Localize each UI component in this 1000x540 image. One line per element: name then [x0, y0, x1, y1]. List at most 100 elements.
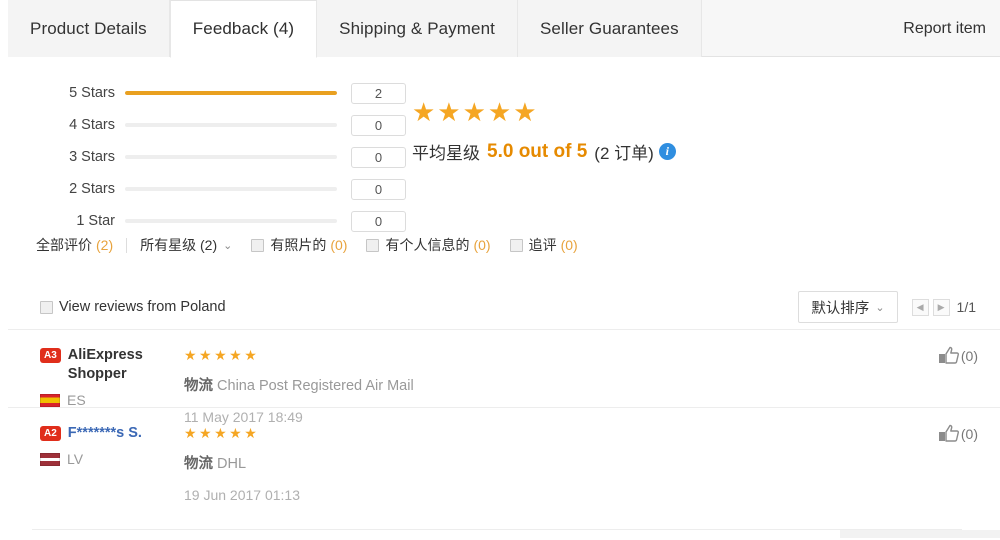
feedback-page: Product Details Feedback (4) Shipping & …	[0, 0, 1000, 540]
filter-additional-reviews[interactable]: 追评 (0)	[509, 235, 578, 255]
tab-bar: Product Details Feedback (4) Shipping & …	[8, 0, 1000, 58]
chevron-down-icon: ⌄	[223, 239, 233, 252]
filter-with-photos[interactable]: 有照片的 (0)	[251, 235, 347, 255]
helpful-count: (0)	[960, 425, 978, 442]
average-rating-label: 平均星级	[412, 144, 480, 163]
tab-feedback-label: Feedback (4)	[192, 19, 295, 38]
average-stars-icon: ★★★★★	[412, 97, 539, 127]
rating-bar-label-2: 2 Stars	[69, 181, 115, 197]
review-stars-icon: ★★★★★	[184, 347, 260, 363]
rating-bar-track-2	[125, 187, 337, 191]
report-item-link[interactable]: Report item	[903, 0, 986, 57]
filter-divider	[126, 237, 128, 253]
tab-seller-guarantees-label: Seller Guarantees	[539, 18, 679, 38]
table-row: A3 AliExpress Shopper ES ★★★★★ 物流 China …	[8, 329, 1000, 425]
rating-bar-label-4: 4 Stars	[69, 117, 115, 133]
tab-list: Product Details Feedback (4) Shipping & …	[8, 0, 702, 58]
rating-bar-label-1: 1 Star	[76, 213, 115, 229]
next-page-button[interactable]: ▶	[932, 298, 950, 316]
sort-dropdown[interactable]: 默认排序 ⌄	[798, 291, 898, 323]
reviewer-name[interactable]: F*******s S.	[68, 424, 142, 443]
flag-icon-lv	[40, 452, 60, 466]
checkbox-with-photos[interactable]	[251, 238, 265, 252]
filter-all-reviews[interactable]: 全部评价 (2)	[36, 235, 113, 255]
info-icon[interactable]: i	[658, 143, 676, 160]
filter-with-photos-count: (0)	[330, 237, 348, 253]
rating-bar-row-1[interactable]: 1 Star 0	[53, 205, 406, 237]
rating-bar-track-3	[125, 155, 337, 159]
table-row: A2 F*******s S. LV ★★★★★ 物流 DHL 19 Jun 2…	[8, 407, 1000, 503]
filter-all-stars-label: 所有星级 (2)	[140, 237, 218, 253]
checkbox-poland-reviews[interactable]	[40, 300, 53, 314]
helpful-button[interactable]: (0)	[938, 346, 978, 365]
helpful-button[interactable]: (0)	[938, 424, 978, 443]
reviewer-identity: A2 F*******s S.	[40, 424, 180, 443]
filter-row: 全部评价 (2) 所有星级 (2) ⌄ 有照片的 (0) 有个人信息的 (0)	[36, 235, 578, 255]
thumbs-up-icon	[938, 424, 959, 443]
review-logistics-value: China Post Registered Air Mail	[217, 378, 414, 394]
reviewer-identity: A3 AliExpress Shopper	[40, 346, 180, 384]
tab-shipping-payment-label: Shipping & Payment	[339, 18, 495, 38]
average-rating-block: ★★★★★ 平均星级 5.0 out of 5 (2 订单) i	[412, 97, 676, 164]
reviewer-country-code: ES	[67, 392, 86, 408]
page-indicator: 1/1	[956, 299, 976, 315]
average-rating-line: 平均星级 5.0 out of 5 (2 订单) i	[412, 139, 676, 164]
prev-page-button[interactable]: ◀	[911, 298, 929, 316]
rating-bar-row-4[interactable]: 4 Stars 0	[53, 109, 406, 141]
rating-bar-label-3: 3 Stars	[69, 149, 115, 165]
chevron-right-icon: ▶	[937, 301, 945, 312]
rating-summary: 5 Stars 2 4 Stars 0 3 Stars 0 2 Stars 0 …	[8, 57, 1000, 232]
filter-with-photos-label: 有照片的	[270, 237, 327, 253]
rating-bar-row-3[interactable]: 3 Stars 0	[53, 141, 406, 173]
rating-bar-track-4	[125, 123, 337, 127]
filter-additional-reviews-count: (0)	[560, 237, 578, 253]
average-rating-value: 5.0 out of 5	[487, 140, 588, 162]
tab-shipping-payment[interactable]: Shipping & Payment	[317, 0, 518, 57]
helpful-count: (0)	[960, 347, 978, 364]
rating-bar-row-2[interactable]: 2 Stars 0	[53, 173, 406, 205]
reviewer-country: LV	[40, 451, 180, 467]
flag-icon-es	[40, 393, 60, 407]
review-logistics-value: DHL	[217, 456, 247, 472]
sort-dropdown-label: 默认排序	[811, 300, 870, 317]
thumbs-up-icon	[938, 346, 959, 365]
rating-bar-count-1: 0	[351, 210, 406, 232]
checkbox-with-personal-info[interactable]	[366, 238, 380, 252]
filter-all-stars-dropdown[interactable]: 所有星级 (2) ⌄	[140, 235, 232, 255]
tab-product-details[interactable]: Product Details	[8, 0, 170, 57]
checkbox-additional-reviews[interactable]	[509, 238, 523, 252]
tab-product-details-label: Product Details	[30, 18, 147, 38]
review-body: ★★★★★ 物流 DHL 19 Jun 2017 01:13	[184, 424, 300, 503]
report-item-label: Report item	[903, 19, 986, 37]
tab-seller-guarantees[interactable]: Seller Guarantees	[517, 0, 702, 57]
rating-bar-fill-5	[125, 91, 337, 95]
review-date: 19 Jun 2017 01:13	[184, 487, 300, 503]
view-reviews-from-poland[interactable]: View reviews from Poland	[40, 299, 226, 315]
rating-bar-track-5	[125, 91, 337, 95]
filter-with-personal-info[interactable]: 有个人信息的 (0)	[366, 235, 491, 255]
review-list: A3 AliExpress Shopper ES ★★★★★ 物流 China …	[8, 329, 1000, 503]
feedback-content: 5 Stars 2 4 Stars 0 3 Stars 0 2 Stars 0 …	[8, 57, 1000, 540]
tab-feedback[interactable]: Feedback (4)	[169, 0, 318, 58]
reviewer-country: ES	[40, 392, 180, 408]
rating-bar-label-5: 5 Stars	[69, 85, 115, 101]
review-logistics-label: 物流	[184, 378, 213, 394]
review-logistics: 物流 China Post Registered Air Mail	[184, 374, 414, 395]
rating-bar-count-2: 0	[351, 178, 406, 200]
reviewer-name: AliExpress Shopper	[67, 347, 143, 382]
rating-bar-count-3: 0	[351, 146, 406, 168]
filter-additional-reviews-label: 追评	[528, 237, 557, 253]
view-reviews-from-poland-label: View reviews from Poland	[59, 299, 226, 315]
rating-bar-row-5[interactable]: 5 Stars 2	[53, 77, 406, 109]
status-badge: A2	[40, 426, 61, 441]
review-stars-icon: ★★★★★	[184, 425, 260, 441]
chevron-left-icon: ◀	[916, 301, 924, 312]
rating-bar-count-5: 2	[351, 82, 406, 104]
horizontal-scrollbar[interactable]	[840, 530, 1000, 538]
filter-with-personal-info-count: (0)	[473, 237, 491, 253]
review-logistics-label: 物流	[184, 456, 213, 472]
filter-all-reviews-count: (2)	[96, 237, 114, 253]
rating-bar-track-1	[125, 219, 337, 223]
reviewer-info: A3 AliExpress Shopper ES	[40, 346, 180, 408]
review-logistics: 物流 DHL	[184, 452, 300, 473]
